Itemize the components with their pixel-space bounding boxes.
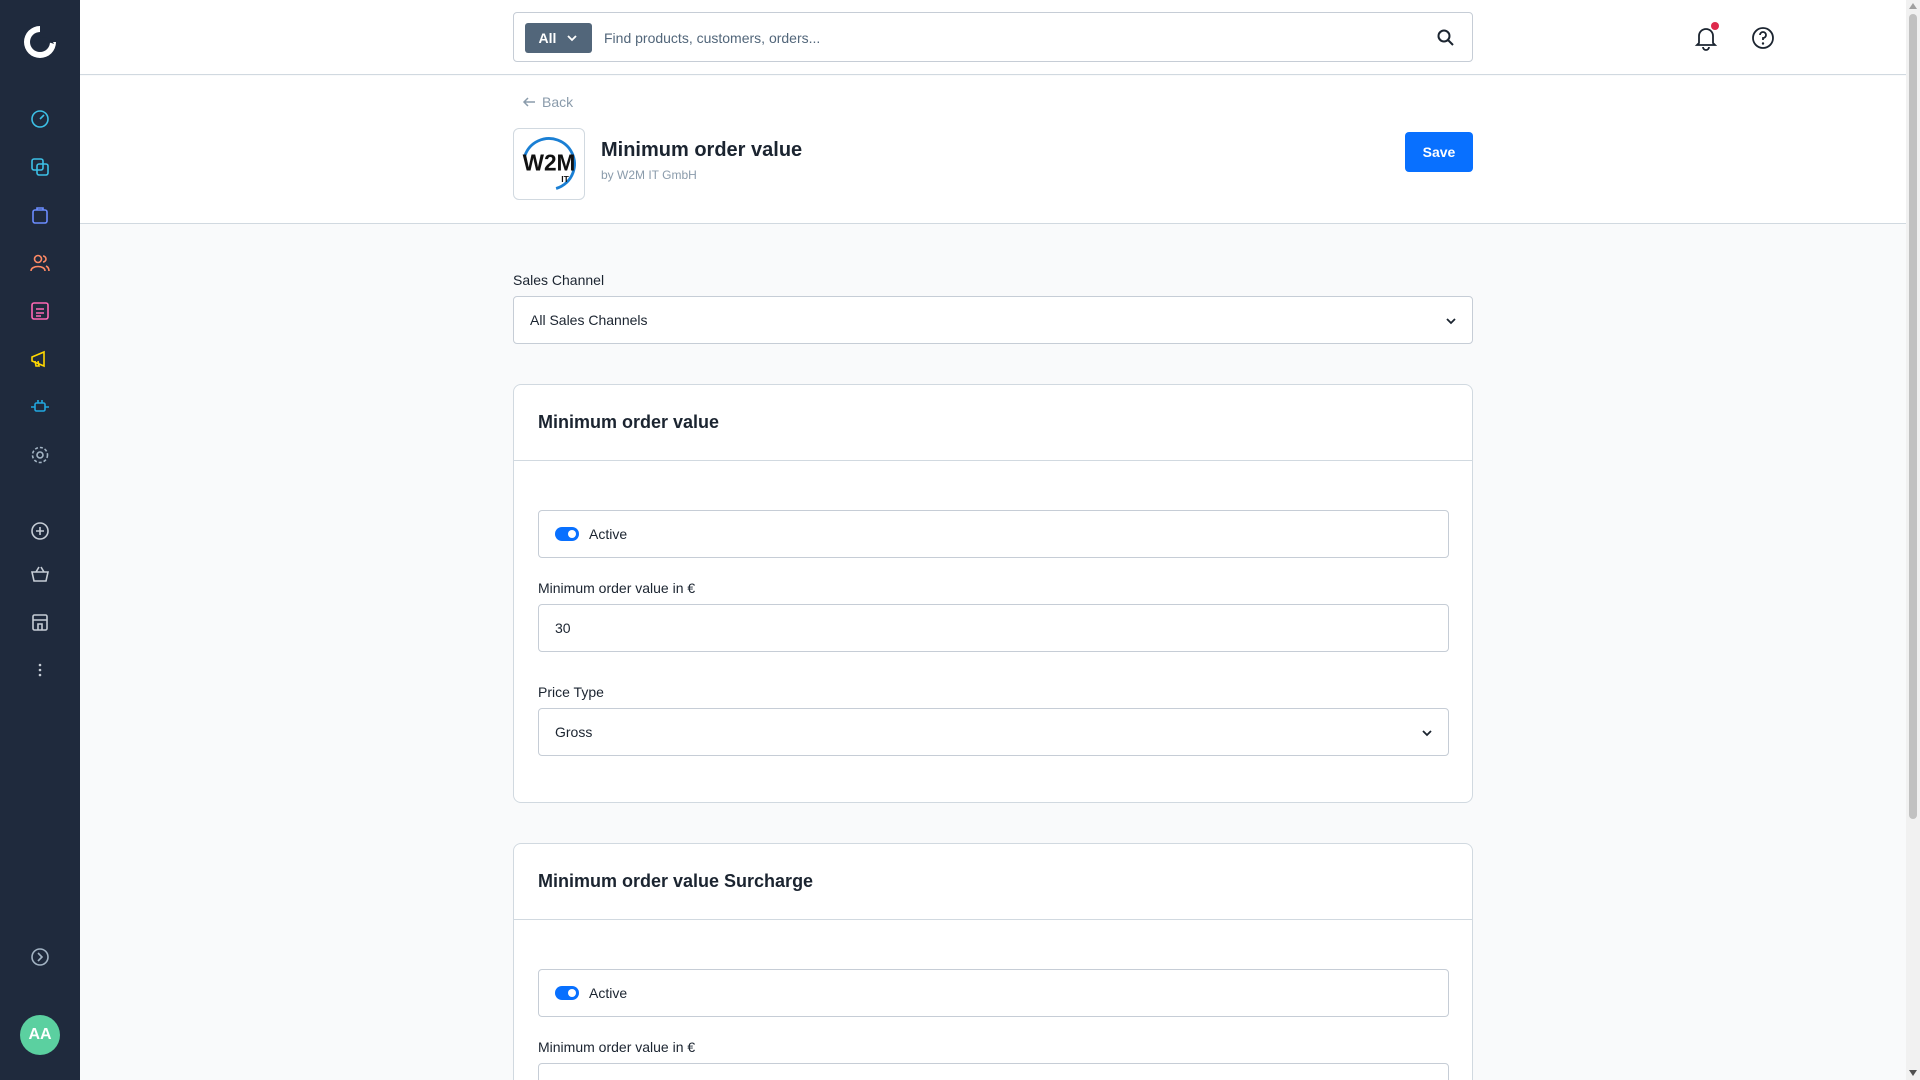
arrow-left-icon: [522, 97, 535, 107]
chevron-down-icon: [1422, 730, 1432, 737]
plugin-author: by W2M IT GmbH: [601, 168, 697, 182]
search-icon[interactable]: [1436, 28, 1456, 48]
sales-channel-label: Sales Channel: [513, 272, 605, 288]
nav-dashboard-icon[interactable]: [24, 103, 56, 135]
nav-settings-icon[interactable]: [24, 439, 56, 471]
shopware-logo-icon[interactable]: [20, 22, 60, 62]
sales-channel-select[interactable]: All Sales Channels: [513, 296, 1473, 344]
avatar-initials: AA: [28, 1026, 52, 1043]
search-type-dropdown[interactable]: All: [525, 23, 592, 53]
add-icon[interactable]: [24, 515, 56, 547]
nav-extensions-icon[interactable]: [24, 391, 56, 423]
save-button[interactable]: Save: [1405, 132, 1473, 172]
back-label: Back: [542, 94, 574, 110]
scrollbar-thumb[interactable]: [1909, 14, 1917, 819]
chevron-down-icon: [567, 35, 578, 42]
chevron-down-icon: [1446, 318, 1456, 325]
help-icon[interactable]: [1749, 24, 1777, 52]
plugin-logo: W2M IT: [513, 128, 585, 200]
min-order-surcharge-card: Minimum order value Surcharge Active Min…: [513, 843, 1473, 1080]
basket-icon[interactable]: [24, 558, 56, 590]
min-value-label: Minimum order value in €: [538, 1039, 696, 1055]
scroll-up-icon[interactable]: [1909, 3, 1917, 9]
card-title: Minimum order value Surcharge: [514, 844, 1472, 920]
active-switch-field[interactable]: Active: [538, 510, 1449, 558]
notification-badge: [1711, 22, 1719, 30]
nav-catalogues-icon[interactable]: [24, 151, 56, 183]
nav-orders-icon[interactable]: [24, 199, 56, 231]
page-header: Back W2M IT Minimum order value by W2M I…: [80, 76, 1906, 224]
plugin-logo-subtext: IT: [561, 174, 569, 184]
more-icon[interactable]: [24, 654, 56, 686]
active-label: Active: [589, 526, 628, 542]
price-type-label: Price Type: [538, 684, 604, 700]
global-search: All: [513, 12, 1473, 62]
min-value: 30: [555, 620, 571, 636]
min-order-value-card: Minimum order value Active Minimum order…: [513, 384, 1473, 803]
price-type-select[interactable]: Gross: [538, 708, 1449, 756]
page-scrollbar[interactable]: [1906, 0, 1920, 1080]
back-link[interactable]: Back: [522, 94, 573, 110]
min-value-input[interactable]: 30: [538, 604, 1449, 652]
scroll-down-icon[interactable]: [1909, 1070, 1917, 1076]
active-toggle[interactable]: [555, 986, 579, 1000]
min-value-label: Minimum order value in €: [538, 580, 696, 596]
nav-content-icon[interactable]: [24, 295, 56, 327]
sales-channel-value: All Sales Channels: [530, 312, 648, 328]
user-avatar[interactable]: AA: [20, 1015, 60, 1055]
top-bar: All: [80, 0, 1906, 75]
storefront-icon[interactable]: [24, 606, 56, 638]
nav-marketing-icon[interactable]: [24, 343, 56, 375]
active-label: Active: [589, 985, 628, 1001]
active-toggle[interactable]: [555, 527, 579, 541]
page-title: Minimum order value: [601, 139, 803, 161]
search-input[interactable]: [604, 25, 1404, 51]
price-type-value: Gross: [555, 724, 593, 740]
expand-sidebar-icon[interactable]: [24, 941, 56, 973]
card-title: Minimum order value: [514, 385, 1472, 461]
plugin-logo-text: W2M: [523, 150, 576, 176]
search-type-label: All: [538, 30, 557, 46]
sidebar: AA: [0, 0, 80, 1080]
min-value-input[interactable]: [538, 1063, 1449, 1080]
active-switch-field[interactable]: Active: [538, 969, 1449, 1017]
nav-customers-icon[interactable]: [24, 247, 56, 279]
